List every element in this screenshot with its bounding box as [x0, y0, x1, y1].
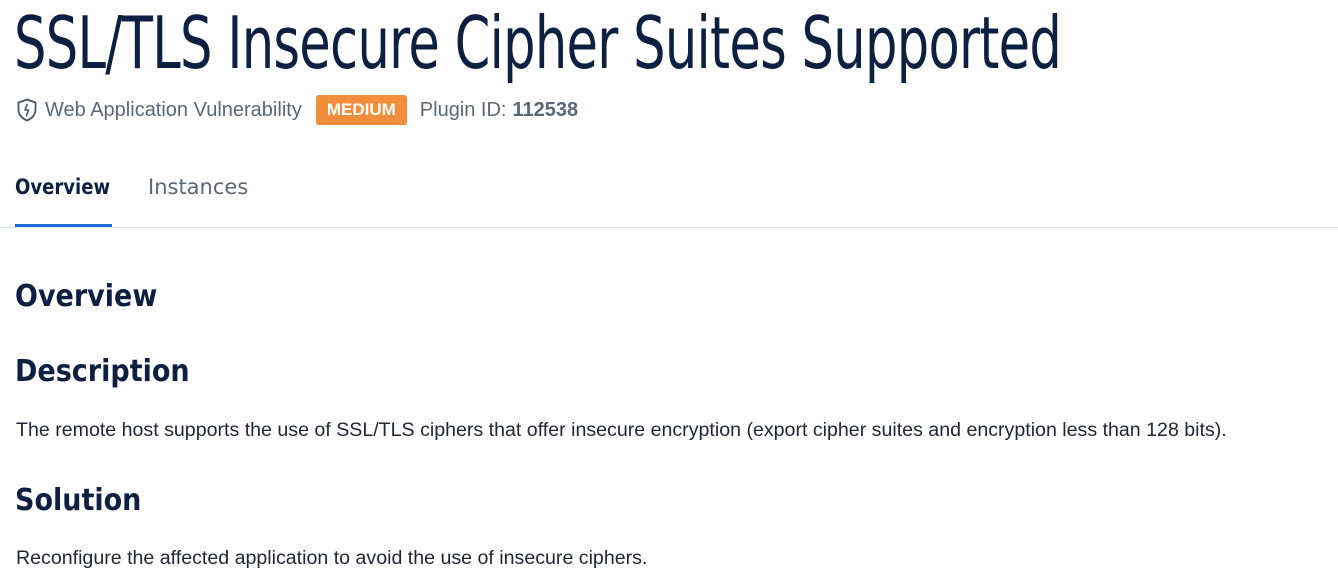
tab-instances[interactable]: Instances [148, 174, 248, 200]
severity-badge: MEDIUM [315, 95, 407, 125]
solution-heading: Solution [15, 483, 142, 518]
plugin-meta-row: Web Application Vulnerability MEDIUM Plu… [16, 95, 578, 125]
plugin-id-label: Plugin ID: [419, 98, 507, 121]
description-heading: Description [15, 354, 190, 389]
solution-text: Reconfigure the affected application to … [16, 547, 648, 569]
tab-overview[interactable]: Overview [15, 174, 110, 200]
description-text: The remote host supports the use of SSL/… [16, 419, 1227, 441]
overview-heading: Overview [15, 279, 158, 314]
shield-icon [16, 98, 38, 122]
tab-bar: Overview Instances [0, 160, 1338, 228]
page-title: SSL/TLS Insecure Cipher Suites Supported [14, 1, 1062, 85]
active-tab-indicator [15, 224, 112, 227]
plugin-id-value: 112538 [512, 98, 579, 121]
vulnerability-category: Web Application Vulnerability [45, 98, 302, 121]
